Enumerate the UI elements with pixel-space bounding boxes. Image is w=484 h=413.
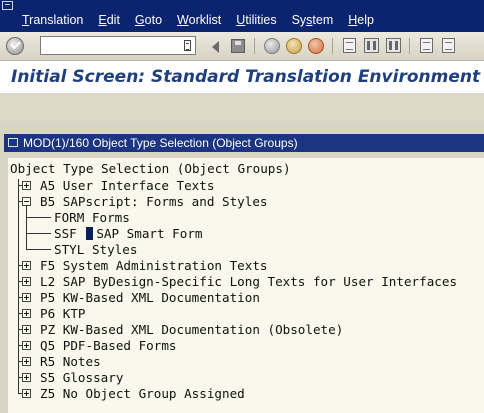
tree-leaf-styl[interactable]: STYL Styles [54, 242, 137, 257]
expand-node-icon[interactable] [22, 293, 31, 302]
toolbar-separator [332, 38, 333, 54]
tree-node-p5[interactable]: P5 KW-Based XML Documentation [40, 290, 260, 305]
node-text: SAP ByDesign-Specific Long Texts for Use… [62, 274, 458, 289]
tree-node-s5[interactable]: S5 Glossary [40, 370, 123, 385]
node-text: System Administration Texts [62, 258, 268, 273]
menu-utilities[interactable]: Utilities [236, 13, 276, 27]
cancel-icon[interactable] [308, 38, 324, 54]
command-field[interactable] [40, 36, 196, 55]
leaf-code: STYL [54, 242, 85, 257]
window-menu-icon[interactable] [2, 1, 13, 10]
tree-leaf-form[interactable]: FORM Forms [54, 210, 130, 225]
node-text: Glossary [62, 370, 124, 385]
tree-node-pz[interactable]: PZ KW-Based XML Documentation (Obsolete) [40, 322, 343, 337]
node-text: Notes [62, 354, 101, 369]
text-cursor [86, 227, 94, 240]
menu-worklist[interactable]: Worklist [177, 13, 221, 27]
node-code: P6 [40, 306, 56, 321]
node-code: P5 [40, 290, 56, 305]
node-text: KTP [62, 306, 86, 321]
expand-node-icon[interactable] [22, 309, 31, 318]
node-code: L2 [40, 274, 56, 289]
tree-node-p6[interactable]: P6 KTP [40, 306, 86, 321]
tree-connector [26, 249, 51, 250]
expand-node-icon[interactable] [22, 341, 31, 350]
expand-node-icon[interactable] [22, 357, 31, 366]
menu-system[interactable]: System [292, 13, 334, 27]
node-code: PZ [40, 322, 56, 337]
command-history-icon[interactable] [184, 40, 191, 51]
page-title: Initial Screen: Standard Translation Env… [11, 67, 481, 87]
tree-node-r5[interactable]: R5 Notes [40, 354, 101, 369]
back-icon[interactable] [264, 38, 280, 54]
node-code: F5 [40, 258, 56, 273]
node-text: SAPscript: Forms and Styles [62, 194, 268, 209]
expand-node-icon[interactable] [22, 261, 31, 270]
toolbar-separator [254, 38, 255, 54]
leaf-text: Forms [91, 210, 130, 225]
menu-edit[interactable]: Edit [98, 13, 120, 27]
tree-node-b5[interactable]: B5 SAPscript: Forms and Styles [40, 194, 267, 209]
find-next-icon[interactable] [386, 38, 401, 53]
tree-connector [26, 205, 27, 249]
tree-node-f5[interactable]: F5 System Administration Texts [40, 258, 267, 273]
leaf-code: SSF [54, 226, 77, 241]
tree-node-a5[interactable]: A5 User Interface Texts [40, 178, 214, 193]
expand-node-icon[interactable] [22, 277, 31, 286]
dialog-title: MOD(1)/160 Object Type Selection (Object… [23, 136, 298, 150]
print-icon[interactable] [343, 38, 356, 53]
node-code: R5 [40, 354, 56, 369]
toolbar-separator [409, 38, 410, 54]
object-group-tree: Object Type Selection (Object Groups) A5… [8, 158, 484, 413]
tree-node-l2[interactable]: L2 SAP ByDesign-Specific Long Texts for … [40, 274, 457, 289]
tree-connector [26, 233, 51, 234]
enter-icon[interactable] [6, 37, 24, 55]
tree-leaf-ssf[interactable]: SSF SAP Smart Form [54, 226, 203, 241]
node-code: Z5 [40, 386, 56, 401]
menu-items: Translation Edit Goto Worklist Utilities… [22, 13, 389, 27]
node-text: KW-Based XML Documentation [62, 290, 260, 305]
leaf-text: Styles [91, 242, 138, 257]
node-text: KW-Based XML Documentation (Obsolete) [62, 322, 344, 337]
tree-header: Object Type Selection (Object Groups) [10, 161, 291, 176]
leaf-code: FORM [54, 210, 85, 225]
node-code: Q5 [40, 338, 56, 353]
tree-connector [26, 217, 51, 218]
find-icon[interactable] [364, 38, 379, 53]
menu-help[interactable]: Help [348, 13, 374, 27]
object-type-selection-dialog: MOD(1)/160 Object Type Selection (Object… [4, 134, 484, 413]
menu-goto[interactable]: Goto [135, 13, 162, 27]
dialog-window-icon[interactable] [8, 138, 18, 147]
menu-translation[interactable]: Translation [22, 13, 83, 27]
node-text: User Interface Texts [62, 178, 215, 193]
expand-node-icon[interactable] [22, 389, 31, 398]
node-code: A5 [40, 178, 56, 193]
node-text: PDF-Based Forms [62, 338, 177, 353]
node-text: No Object Group Assigned [62, 386, 245, 401]
menu-bar: Translation Edit Goto Worklist Utilities… [0, 0, 484, 32]
title-bar: Initial Screen: Standard Translation Env… [0, 61, 484, 93]
first-page-icon[interactable] [420, 38, 433, 53]
standard-toolbar [0, 32, 484, 61]
dialog-title-bar[interactable]: MOD(1)/160 Object Type Selection (Object… [4, 134, 484, 152]
expand-node-icon[interactable] [22, 325, 31, 334]
tree-node-z5[interactable]: Z5 No Object Group Assigned [40, 386, 245, 401]
node-code: B5 [40, 194, 56, 209]
tree-connector [18, 179, 19, 393]
application-toolbar [0, 93, 484, 121]
node-code: S5 [40, 370, 56, 385]
exit-icon[interactable] [286, 38, 302, 54]
tree-node-q5[interactable]: Q5 PDF-Based Forms [40, 338, 177, 353]
expand-node-icon[interactable] [22, 373, 31, 382]
expand-node-icon[interactable] [22, 181, 31, 190]
leaf-text: SAP Smart Form [96, 226, 203, 241]
save-icon[interactable] [231, 39, 245, 53]
previous-page-icon[interactable] [442, 38, 455, 53]
back-arrow-icon[interactable] [212, 41, 219, 53]
